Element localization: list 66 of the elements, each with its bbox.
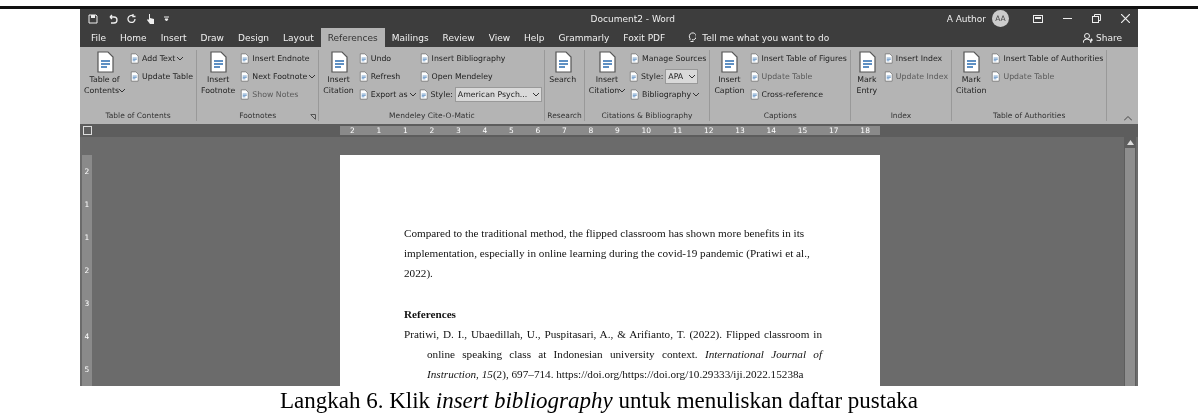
user-name[interactable]: A Author [946, 13, 986, 24]
references-heading: References [404, 307, 457, 322]
figure-caption: Langkah 6. Klik insert bibliography untuk menuliskan daftar pustaka [278, 388, 920, 414]
share-button[interactable]: Share [1077, 28, 1128, 47]
body-paragraph: Compared to the traditional method, the flipped classroom has shown more benefits in its implementation, especially in online learning during the covid-19 pandemic (Pratiwi et al., 2022). [404, 226, 811, 281]
ribbon-tab[interactable]: Foxit PDF [616, 28, 673, 47]
touch-icon[interactable] [146, 13, 155, 24]
caret-icon [689, 74, 696, 79]
document-icon [129, 71, 141, 82]
window-title: Document2 - Word [589, 13, 677, 24]
ribbon-tab[interactable]: Mailings [384, 28, 436, 47]
scroll-thumb[interactable] [1125, 148, 1135, 386]
ribbon-tab[interactable]: Home [113, 28, 154, 47]
scrollbar[interactable] [1124, 137, 1136, 386]
document-icon [129, 53, 141, 64]
caret-icon [409, 92, 416, 97]
document-icon [417, 89, 429, 100]
document-icon [629, 53, 641, 64]
document-icon [239, 71, 251, 82]
document-icon [748, 53, 760, 64]
customize-icon[interactable] [164, 16, 169, 21]
ribbon-tab[interactable]: Grammarly [551, 28, 617, 47]
document-icon [990, 53, 1002, 64]
document-icon [239, 53, 251, 64]
ribbon-tab[interactable]: View [481, 28, 518, 47]
close-icon[interactable] [1121, 14, 1130, 23]
document-icon [882, 71, 894, 82]
tab-selector[interactable] [83, 126, 92, 135]
document-icon [628, 71, 640, 82]
document-icon [239, 89, 251, 100]
caret-icon [309, 74, 316, 79]
ribbon-tab[interactable]: References [320, 28, 385, 47]
document-icon [418, 71, 430, 82]
ribbon-tab[interactable]: Draw [193, 28, 231, 47]
ribbon-tab[interactable]: Layout [276, 28, 321, 47]
reference-entry: Pratiwi, D. I., Ubaedillah, U., Puspitasari, A., & Arifianto, T. (2022). Flipped classroom in online speaking class at Indonesian university context. International Journal of Instruction, 15(2), 697–714. https://doi.org/https://doi.org/10.29333/iji.2022.15238a [404, 327, 822, 382]
ribbon-tab[interactable]: Review [435, 28, 482, 47]
ribbon-display-icon[interactable] [1033, 14, 1043, 23]
ribbon-tab[interactable]: Insert [153, 28, 194, 47]
save-icon[interactable] [88, 13, 98, 24]
caret-icon [619, 89, 626, 93]
lightbulb-icon [688, 32, 697, 43]
dialog-launcher-icon[interactable] [310, 114, 317, 120]
document-icon [748, 71, 760, 82]
caret-icon [533, 92, 540, 97]
document-icon [357, 71, 369, 82]
caret-icon [693, 92, 700, 97]
restore-icon[interactable] [1092, 14, 1101, 23]
caret-icon [119, 89, 126, 93]
ribbon-tab[interactable]: Design [231, 28, 277, 47]
document-icon [748, 89, 760, 100]
document-icon [629, 89, 641, 100]
caret-icon [177, 56, 184, 61]
undo-icon[interactable] [107, 13, 118, 24]
document-icon [357, 53, 369, 64]
person-icon [1083, 32, 1093, 43]
scroll-up-icon[interactable] [1126, 140, 1134, 145]
ribbon-tab[interactable]: File [84, 28, 114, 47]
document-icon [990, 71, 1002, 82]
document-icon [418, 53, 430, 64]
ribbon-tab[interactable]: Help [517, 28, 552, 47]
tell-me-field[interactable]: Tell me what you want to do [682, 28, 836, 47]
minimize-icon[interactable] [1063, 17, 1072, 20]
document-icon [882, 53, 894, 64]
document-icon [357, 89, 369, 100]
redo-icon[interactable] [127, 13, 137, 24]
